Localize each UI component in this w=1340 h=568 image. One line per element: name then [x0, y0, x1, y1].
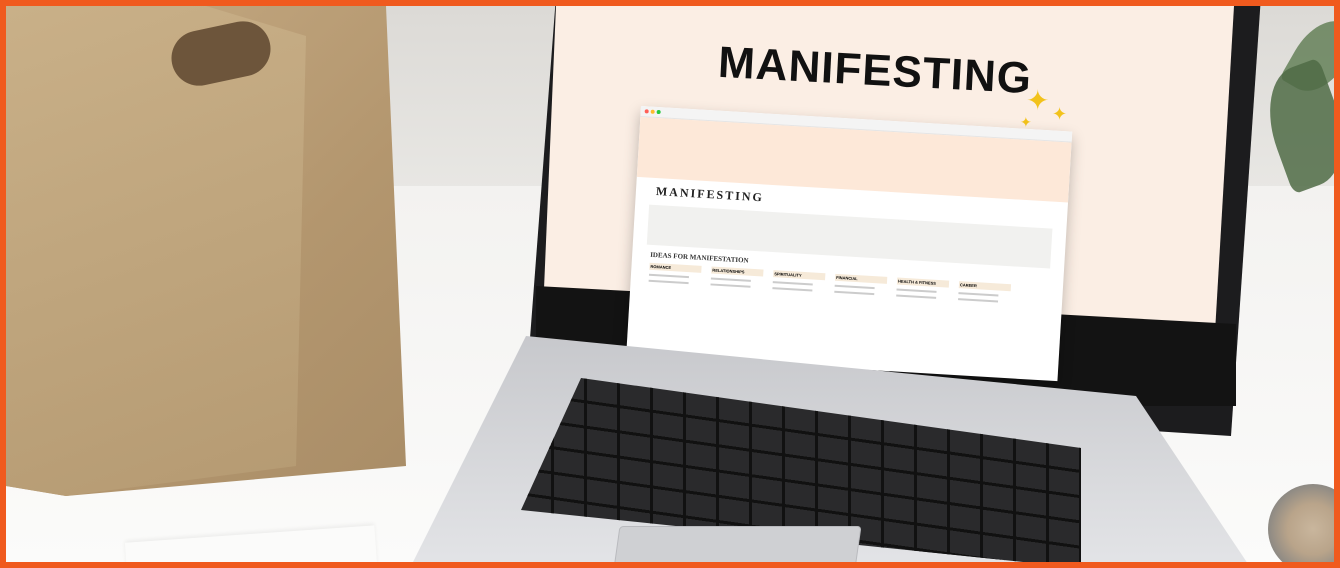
sparkle-icon: ✦: [1052, 104, 1068, 124]
notion-page-screenshot: MANIFESTING IDEAS FOR MANIFESTATION ROMA…: [626, 106, 1073, 382]
category-label: HEALTH & FITNESS: [896, 277, 950, 288]
cardboard-box-front: [6, 6, 306, 496]
category-label: FINANCIAL: [834, 273, 888, 284]
photo-frame: MANIFESTING ✦ ✦ ✦ MANIFESTING IDEAS FOR …: [6, 6, 1334, 562]
category-label: RELATIONSHIPS: [711, 266, 764, 277]
category-label: ROMANCE: [649, 262, 702, 273]
sparkle-icon: ✦: [1026, 85, 1050, 116]
category-label: CAREER: [958, 281, 1012, 292]
trackpad: [612, 526, 862, 562]
category-label: SPIRITUALITY: [773, 270, 826, 281]
